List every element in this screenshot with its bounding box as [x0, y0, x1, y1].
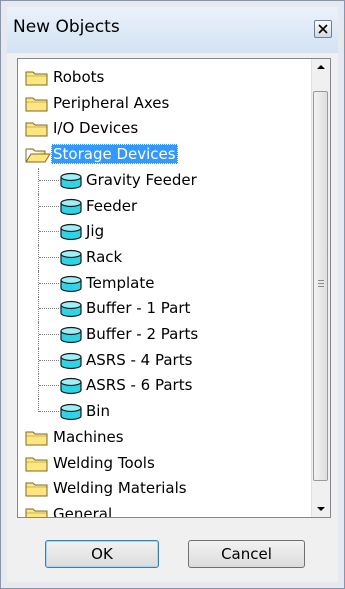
- tree-item-label: Gravity Feeder: [86, 170, 197, 189]
- tree-leaf-item[interactable]: Buffer - 2 Parts: [18, 322, 312, 348]
- tree-item-label: Peripheral Axes: [53, 93, 170, 112]
- cylinder-icon: [59, 377, 83, 399]
- window-title: New Objects: [13, 17, 120, 37]
- tree-folder-item[interactable]: Welding Materials: [18, 476, 312, 501]
- tree-connector-line: [38, 270, 39, 297]
- tree-connector-line: [39, 411, 59, 413]
- tree-item-label: Robots: [53, 68, 105, 86]
- tree-connector-line: [38, 219, 39, 246]
- tree-item-label: Welding Tools: [53, 453, 155, 472]
- cylinder-icon: [59, 249, 83, 271]
- tree-leaf-item[interactable]: ASRS - 4 Parts: [18, 347, 312, 374]
- tree-connector-line: [38, 244, 39, 271]
- tree-item-label: Rack: [86, 247, 123, 266]
- tree-folder-item[interactable]: I/O Devices: [18, 116, 312, 141]
- cylinder-icon: [59, 275, 83, 297]
- tree-leaf-item[interactable]: Rack: [18, 244, 312, 271]
- tree-item-label: ASRS - 6 Parts: [86, 376, 193, 395]
- folder-closed-icon: [25, 429, 49, 450]
- grip-line: [318, 286, 324, 287]
- tree-folder-item[interactable]: Robots: [18, 65, 312, 90]
- new-objects-dialog: New Objects Robots Peripheral Axes I/O Dev…: [0, 0, 345, 589]
- tree-item-label: Buffer - 2 Parts: [86, 325, 199, 343]
- arrow-up-icon: [317, 65, 325, 69]
- tree-item-label: Jig: [86, 222, 105, 241]
- tree-folder-item[interactable]: General: [18, 502, 312, 517]
- cancel-button[interactable]: Cancel: [188, 540, 305, 568]
- tree-item-label: Template: [86, 273, 155, 292]
- folder-closed-icon: [25, 95, 49, 116]
- vertical-scrollbar[interactable]: [311, 59, 330, 517]
- tree-connector-line: [39, 359, 59, 361]
- tree-connector-line: [39, 231, 59, 233]
- scroll-down-button[interactable]: [312, 500, 330, 517]
- tree-item-label: General: [53, 504, 113, 517]
- tree-item-label: Bin: [86, 402, 110, 421]
- folder-closed-icon: [25, 120, 49, 141]
- close-icon: [318, 24, 328, 34]
- tree-folder-item[interactable]: Storage Devices: [18, 142, 312, 167]
- tree-item-label: Feeder: [86, 196, 138, 215]
- tree-folder-item[interactable]: Machines: [18, 425, 312, 450]
- tree-connector-line: [38, 193, 39, 220]
- close-button[interactable]: [314, 20, 332, 38]
- cylinder-icon: [59, 172, 83, 194]
- cylinder-icon: [59, 223, 83, 245]
- tree-folder-item[interactable]: Welding Tools: [18, 451, 312, 476]
- tree-leaf-item[interactable]: Gravity Feeder: [18, 167, 312, 194]
- tree-connector-line: [38, 296, 39, 323]
- tree-connector-line: [38, 347, 39, 374]
- tree-item-label: Machines: [53, 427, 124, 446]
- tree-item-label: I/O Devices: [53, 119, 139, 138]
- tree-item-label: ASRS - 4 Parts: [86, 350, 193, 369]
- cylinder-icon: [59, 300, 83, 322]
- folder-closed-icon: [25, 506, 49, 517]
- tree-leaf-item[interactable]: Bin: [18, 399, 312, 424]
- grip-line: [318, 283, 324, 284]
- scroll-up-button[interactable]: [312, 59, 330, 76]
- tree-leaf-item[interactable]: Buffer - 1 Part: [18, 296, 312, 323]
- tree-folder-item[interactable]: Peripheral Axes: [18, 91, 312, 116]
- tree-connector-line: [38, 373, 39, 400]
- tree-leaf-item[interactable]: ASRS - 6 Parts: [18, 373, 312, 400]
- scroll-thumb[interactable]: [313, 91, 328, 481]
- folder-closed-icon: [25, 455, 49, 476]
- tree-connector-line: [39, 334, 59, 335]
- object-tree[interactable]: Robots Peripheral Axes I/O Devices Storage …: [17, 58, 331, 518]
- ok-button[interactable]: OK: [45, 540, 159, 568]
- cylinder-icon: [59, 326, 83, 348]
- folder-closed-icon: [25, 480, 49, 501]
- tree-connector-line: [38, 167, 39, 194]
- tree-leaf-item[interactable]: Jig: [18, 219, 312, 246]
- tree-items-container: Robots Peripheral Axes I/O Devices Storage …: [18, 59, 312, 517]
- arrow-down-icon: [317, 507, 325, 511]
- tree-connector-line: [39, 205, 59, 207]
- folder-open-icon: [25, 146, 51, 167]
- tree-connector-line: [39, 256, 59, 258]
- dialog-client-area: Robots Peripheral Axes I/O Devices Storage …: [7, 53, 338, 582]
- grip-line: [318, 280, 324, 281]
- tree-item-label: Storage Devices: [51, 144, 178, 165]
- tree-item-label: Welding Materials: [53, 479, 187, 498]
- cylinder-icon: [59, 198, 83, 220]
- folder-closed-icon: [25, 69, 49, 90]
- title-bar[interactable]: New Objects: [7, 7, 338, 54]
- tree-connector-line: [38, 322, 39, 348]
- tree-connector-line: [39, 179, 59, 181]
- tree-item-label: Buffer - 1 Part: [86, 299, 191, 318]
- cylinder-icon: [59, 403, 83, 425]
- tree-connector-line: [39, 385, 59, 387]
- cylinder-icon: [59, 352, 83, 374]
- tree-leaf-item[interactable]: Template: [18, 270, 312, 297]
- tree-connector-line: [39, 308, 59, 310]
- tree-connector-line: [39, 282, 59, 284]
- tree-leaf-item[interactable]: Feeder: [18, 193, 312, 220]
